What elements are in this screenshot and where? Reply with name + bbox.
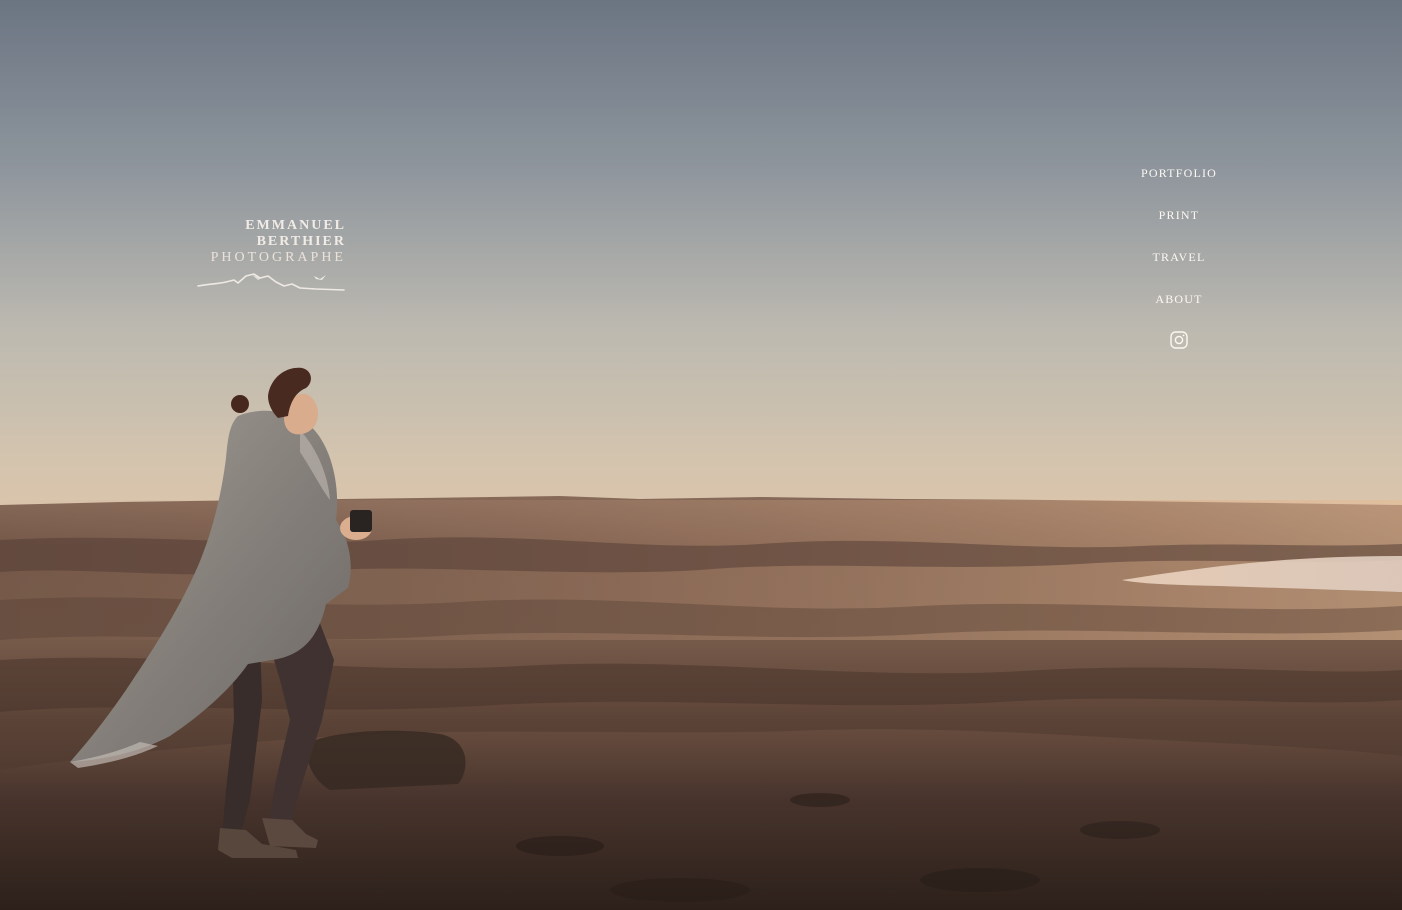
site-logo[interactable]: EMMANUEL BERTHIER PHOTOGRAPHE: [190, 218, 346, 294]
main-nav: PORTFOLIO PRINT TRAVEL ABOUT: [1119, 160, 1239, 370]
nav-item-about[interactable]: ABOUT: [1119, 286, 1239, 328]
logo-tagline: PHOTOGRAPHE: [210, 250, 346, 265]
nav-item-instagram[interactable]: [1119, 328, 1239, 370]
hero-photo: [0, 0, 1402, 910]
logo-name-last: BERTHIER: [256, 234, 346, 249]
instagram-icon: [1170, 331, 1188, 349]
page: EMMANUEL BERTHIER PHOTOGRAPHE PORTFOLIO …: [0, 0, 1402, 910]
nav-item-portfolio[interactable]: PORTFOLIO: [1119, 160, 1239, 202]
nav-item-print[interactable]: PRINT: [1119, 202, 1239, 244]
nav-item-travel[interactable]: TRAVEL: [1119, 244, 1239, 286]
logo-name-first: EMMANUEL: [245, 218, 346, 233]
mountain-bird-icon: [197, 273, 345, 291]
